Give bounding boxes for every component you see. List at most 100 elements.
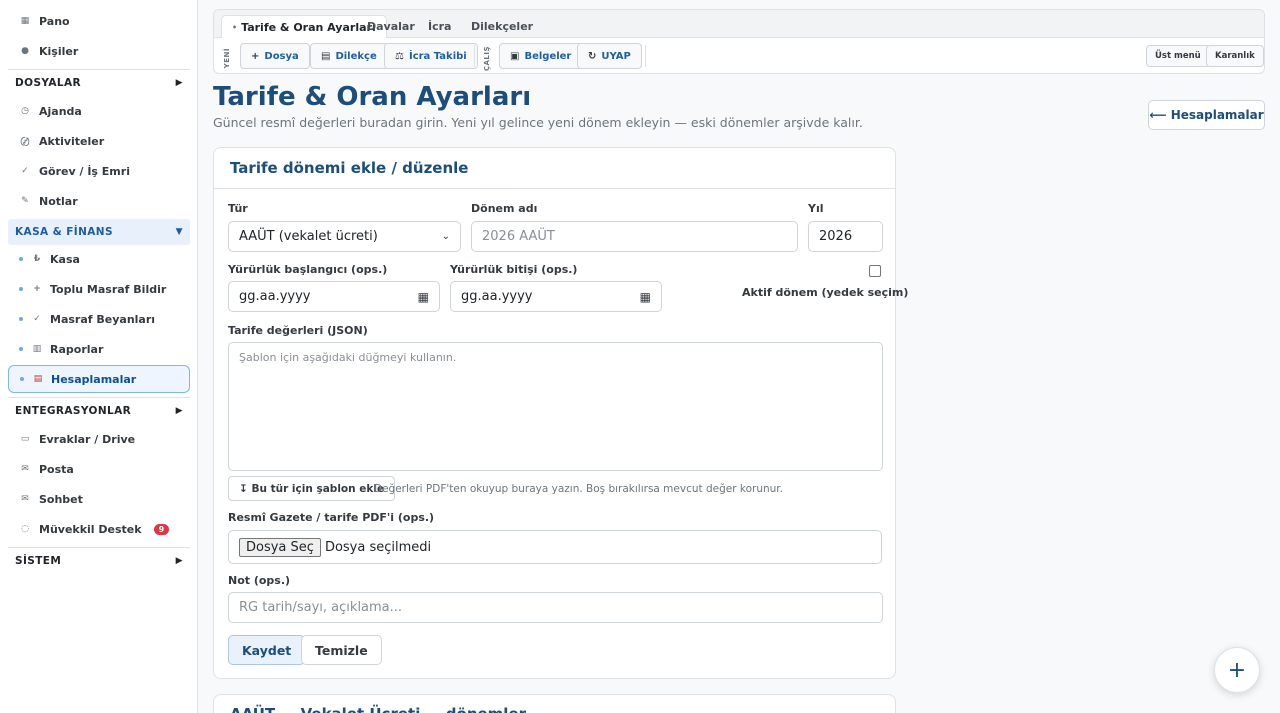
- button-label: UYAP: [601, 50, 631, 62]
- plus-icon: +: [33, 284, 41, 294]
- top-toolbar: • Tarife & Oran Ayarları Davalar İcra Dil…: [213, 9, 1265, 74]
- choose-file-button[interactable]: Dosya Seç: [239, 537, 321, 557]
- pdf-file-input[interactable]: Dosya Seç Dosya seçilmedi: [228, 530, 882, 564]
- tab-label: Davalar: [367, 20, 415, 33]
- mail-icon: ✉: [21, 464, 29, 474]
- sidebar-item-label: Ajanda: [39, 104, 82, 118]
- toolbar-divider: [474, 45, 475, 67]
- section-label: KASA & FİNANS: [15, 226, 113, 238]
- button-label: Dilekçe: [335, 50, 377, 62]
- bullet: [19, 347, 23, 351]
- sidebar-item-raporlar[interactable]: ▥ Raporlar: [8, 335, 190, 363]
- folder-icon: ▭: [20, 434, 30, 444]
- new-dilekce-button[interactable]: ▤ Dilekçe: [310, 43, 388, 69]
- save-button[interactable]: Kaydet: [228, 635, 306, 665]
- sidebar-item-label: Görev / İş Emri: [39, 164, 130, 178]
- sidebar-section-kasa-finans[interactable]: KASA & FİNANS ▼: [8, 219, 190, 245]
- tab-davalar[interactable]: Davalar: [357, 15, 425, 38]
- caret-right-icon: ▶: [175, 405, 183, 416]
- sidebar-item-sohbet[interactable]: ✉ Sohbet: [8, 485, 190, 513]
- active-period-checkbox[interactable]: [869, 265, 881, 277]
- sidebar-item-label: Posta: [39, 462, 74, 476]
- tab-icra[interactable]: İcra: [418, 15, 461, 38]
- page-subtitle: Güncel resmî değerleri buradan girin. Ye…: [213, 115, 863, 130]
- sidebar-item-pano[interactable]: ▦ Pano: [8, 7, 190, 35]
- bullet: [19, 317, 23, 321]
- json-label: Tarife değerleri (JSON): [228, 324, 368, 337]
- button-label: İcra Takibi: [408, 50, 467, 62]
- json-textarea[interactable]: Şablon için aşağıdaki düğmeyi kullanın.: [228, 342, 883, 471]
- yil-label: Yıl: [808, 202, 824, 215]
- tab-label: İcra: [428, 20, 452, 33]
- template-hint: Değerleri PDF'ten okuyup buraya yazın. B…: [374, 483, 783, 495]
- clear-button[interactable]: Temizle: [301, 635, 382, 665]
- top-menu-button[interactable]: Üst menü: [1146, 45, 1210, 67]
- refresh-icon: ↻: [588, 50, 597, 62]
- plus-icon: +: [251, 50, 260, 62]
- tur-select[interactable]: AAÜT (vekalet ücreti) ⌄: [228, 221, 461, 252]
- sidebar-item-label: Sohbet: [39, 492, 83, 506]
- sidebar-item-label: Toplu Masraf Bildir: [50, 282, 167, 296]
- sidebar-item-kisiler[interactable]: ● Kişiler: [8, 37, 190, 65]
- file-status: Dosya seçilmedi: [324, 539, 432, 555]
- tab-dilekceler[interactable]: Dilekçeler: [461, 15, 543, 38]
- sidebar-item-evraklar[interactable]: ▭ Evraklar / Drive: [8, 425, 190, 453]
- sidebar-item-gorev[interactable]: ✓ Görev / İş Emri: [8, 157, 190, 185]
- donem-input[interactable]: 2026 AAÜT: [471, 221, 798, 252]
- chart-icon: ▥: [32, 344, 42, 354]
- dark-mode-button[interactable]: Karanlık: [1206, 45, 1264, 67]
- sidebar-item-label: Raporlar: [50, 342, 104, 356]
- calendar-icon[interactable]: ▦: [640, 290, 651, 304]
- sidebar-item-notlar[interactable]: ✎ Notlar: [8, 187, 190, 215]
- start-date-input[interactable]: gg.aa.yyyy ▦: [228, 281, 440, 312]
- note-input[interactable]: RG tarih/sayı, açıklama...: [228, 592, 883, 623]
- sidebar-item-label: Notlar: [39, 194, 78, 208]
- tab-label: Tarife & Oran Ayarları: [241, 20, 376, 34]
- insert-template-button[interactable]: ↧ Bu tür için şablon ekle: [228, 476, 396, 501]
- sidebar-item-toplu-masraf[interactable]: + Toplu Masraf Bildir: [8, 275, 190, 303]
- sidebar-item-hesaplamalar[interactable]: ▤ Hesaplamalar: [8, 365, 190, 393]
- uyap-button[interactable]: ↻ UYAP: [577, 43, 642, 69]
- active-period-label: Aktif dönem (yedek seçim): [742, 286, 909, 299]
- sidebar-item-posta[interactable]: ✉ Posta: [8, 455, 190, 483]
- new-dosya-button[interactable]: + Dosya: [240, 43, 310, 69]
- section-label: ENTEGRASYONLAR: [15, 404, 132, 417]
- sidebar-section-entegrasyonlar[interactable]: ENTEGRASYONLAR ▶: [8, 397, 190, 423]
- tariff-form-card: Tarife dönemi ekle / düzenle Tür AAÜT (v…: [213, 147, 908, 679]
- back-to-hesaplamalar-button[interactable]: ⟵ Hesaplamalar: [1148, 100, 1265, 130]
- chat-icon: ✉: [21, 494, 29, 504]
- bullet: [19, 257, 23, 261]
- dashboard-icon: ▦: [20, 16, 30, 26]
- sidebar-item-ajanda[interactable]: ◷ Ajanda: [8, 97, 190, 125]
- archive-icon: ▣: [510, 50, 520, 62]
- clock-icon: ◷: [21, 106, 29, 116]
- sidebar-section-sistem[interactable]: SİSTEM ▶: [8, 547, 190, 573]
- sidebar-item-kasa[interactable]: ₺ Kasa: [8, 245, 190, 273]
- add-fab-button[interactable]: +: [1214, 647, 1260, 693]
- count-badge: 9: [153, 523, 170, 535]
- pencil-icon: ✎: [21, 196, 29, 206]
- yil-input[interactable]: 2026: [808, 221, 883, 252]
- sidebar-item-label: Kişiler: [39, 44, 79, 58]
- note-label: Not (ops.): [228, 574, 291, 587]
- new-icra-takibi-button[interactable]: ⚖ İcra Takibi: [384, 43, 478, 69]
- select-value: AAÜT (vekalet ücreti): [239, 229, 378, 244]
- tab-label: Dilekçeler: [471, 20, 534, 33]
- sidebar-item-aktiviteler[interactable]: 〄 Aktiviteler: [8, 127, 190, 155]
- sidebar-item-masraf-beyanlari[interactable]: ✓ Masraf Beyanları: [8, 305, 190, 333]
- end-date-input[interactable]: gg.aa.yyyy ▦: [450, 281, 662, 312]
- button-label: Belgeler: [524, 50, 572, 62]
- belgeler-button[interactable]: ▣ Belgeler: [499, 43, 583, 69]
- pdf-label: Resmî Gazete / tarife PDF'i (ops.): [228, 511, 435, 524]
- donem-label: Dönem adı: [471, 202, 538, 215]
- caret-right-icon: ▶: [175, 555, 183, 566]
- end-date-label: Yürürlük bitişi (ops.): [450, 263, 578, 276]
- sidebar-section-dosyalar[interactable]: DOSYALAR ▶: [8, 69, 190, 95]
- sidebar-item-label: Hesaplamalar: [51, 372, 137, 386]
- sidebar-item-muvekkil-destek[interactable]: ◌ Müvekkil Destek 9: [8, 515, 190, 543]
- sidebar-item-label: Müvekkil Destek: [39, 522, 142, 536]
- calendar-icon[interactable]: ▦: [418, 290, 429, 304]
- active-dot-icon: •: [232, 22, 238, 32]
- start-date-label: Yürürlük başlangıcı (ops.): [228, 263, 388, 276]
- check-icon: ✓: [33, 314, 41, 324]
